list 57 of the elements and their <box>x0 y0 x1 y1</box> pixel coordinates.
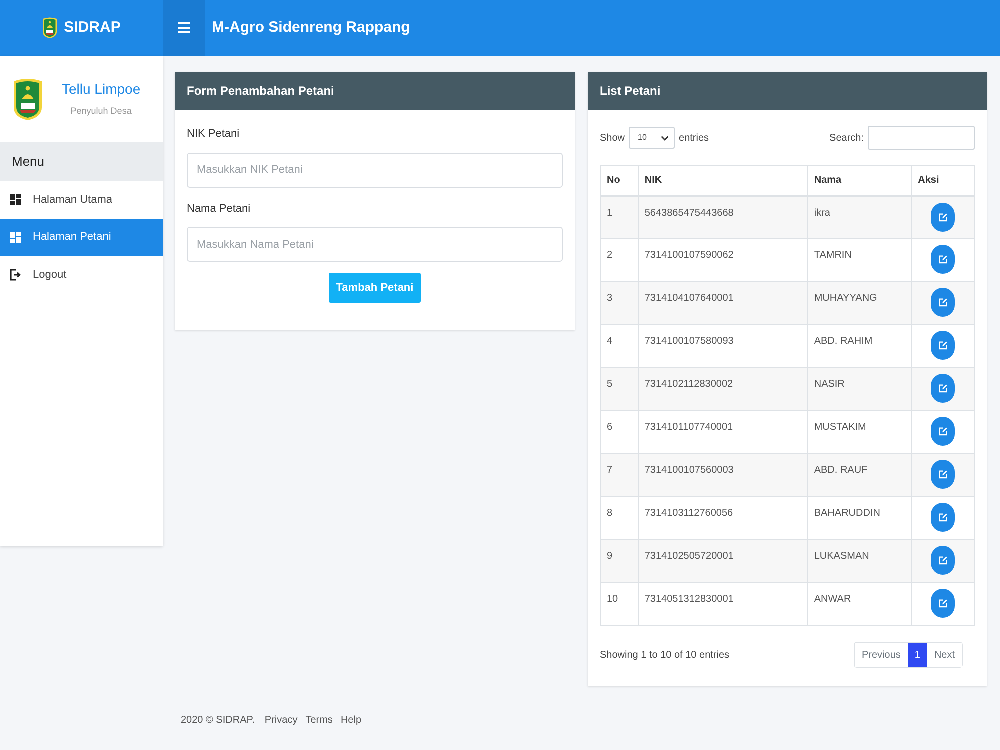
table-cell: 7314051312830001 <box>638 582 808 626</box>
edit-icon <box>938 255 948 264</box>
brand-name: SIDRAP <box>64 18 121 38</box>
edit-button[interactable] <box>931 589 956 618</box>
menu-toggle-button[interactable] <box>163 0 205 56</box>
pagination-button[interactable]: 1 <box>908 643 928 667</box>
footer-link[interactable]: Help <box>340 713 362 728</box>
edit-icon <box>938 212 948 222</box>
dashboard-icon <box>10 232 21 243</box>
search-field[interactable] <box>868 126 975 150</box>
edit-button[interactable] <box>931 503 956 532</box>
text-input[interactable]: Masukkan NIK Petani <box>187 152 563 188</box>
footer-link[interactable]: Privacy <box>264 713 298 728</box>
sidebar-item[interactable]: Logout <box>0 256 163 294</box>
entries-label: entries <box>679 132 710 146</box>
text-input[interactable]: Masukkan Nama Petani <box>187 227 563 262</box>
field-label: Nama Petani <box>187 202 252 216</box>
table-cell: 10 <box>600 582 638 626</box>
edit-button[interactable] <box>931 288 956 317</box>
edit-icon <box>938 513 948 522</box>
edit-icon <box>938 599 948 608</box>
edit-icon <box>938 427 948 436</box>
card-title: Form Penambahan Petani <box>187 83 334 100</box>
column-header: No <box>600 166 638 196</box>
edit-button[interactable] <box>931 245 956 274</box>
field-label: NIK Petani <box>187 127 241 142</box>
copyright-text: 2020 © SIDRAP. <box>181 714 255 728</box>
menu-icon[interactable] <box>178 22 190 34</box>
edit-icon <box>938 556 948 565</box>
table-cell: ANWAR <box>808 582 912 626</box>
app-title: M-Agro Sidenreng Rappang <box>212 18 410 38</box>
menu-heading: Menu <box>0 142 163 181</box>
edit-button[interactable] <box>931 546 956 575</box>
sidebar-item[interactable]: Halaman Petani <box>0 218 163 256</box>
edit-button[interactable] <box>931 374 956 403</box>
search-label: Search: <box>830 132 864 146</box>
caret-icon <box>661 136 670 140</box>
edit-icon <box>938 470 948 479</box>
logout-icon <box>10 268 21 281</box>
edit-icon <box>938 341 948 350</box>
shield-emblem-icon <box>42 17 58 39</box>
edit-button[interactable] <box>931 202 956 232</box>
sidebar-item[interactable]: Halaman Utama <box>0 181 163 218</box>
edit-icon <box>938 384 948 393</box>
edit-icon <box>938 298 948 307</box>
table-info: Showing 1 to 10 of 10 entries <box>600 648 730 662</box>
card-title: List Petani <box>600 83 661 100</box>
user-role: Penyuluh Desa <box>70 105 132 118</box>
edit-button[interactable] <box>931 417 956 446</box>
user-name: Tellu Limpoe <box>62 80 141 100</box>
dashboard-icon <box>10 194 21 206</box>
shield-emblem-icon <box>12 76 44 122</box>
entries-select[interactable]: 10 <box>629 127 676 149</box>
footer-link[interactable]: Terms <box>306 713 333 728</box>
edit-button[interactable] <box>931 460 956 489</box>
edit-button[interactable] <box>931 331 956 360</box>
show-label: Show <box>600 132 626 146</box>
